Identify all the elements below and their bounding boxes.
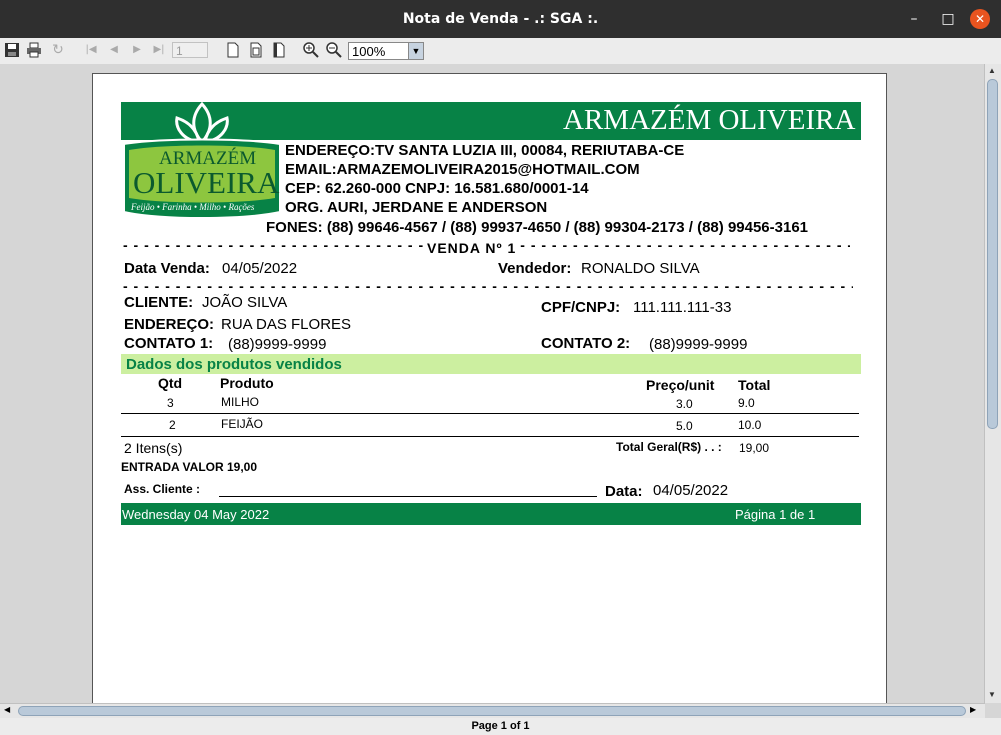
sale-date-value: 04/05/2022	[222, 260, 298, 277]
report-toolbar: ↻ |◀ ◀ ▶ ▶| 1 100% ▼	[0, 38, 1001, 65]
store-org: ORG. AURI, JERDANE E ANDERSON	[285, 199, 548, 216]
vertical-scrollbar[interactable]: ▲ ▼	[984, 64, 1001, 703]
fit-page-icon[interactable]	[247, 41, 265, 59]
footer-page: Página 1 de 1	[735, 507, 816, 522]
actual-size-icon[interactable]	[224, 41, 242, 59]
page-status: Page 1 of 1	[0, 718, 1001, 735]
grand-total-value: 19,00	[739, 441, 770, 455]
first-page-icon[interactable]: |◀	[82, 41, 100, 59]
receipt-footer: Wednesday 04 May 2022 Página 1 de 1	[121, 503, 861, 525]
window-titlebar: Nota de Venda - .: SGA :. – □ ✕	[0, 0, 1001, 38]
zoom-in-icon[interactable]	[302, 41, 320, 59]
sale-separator: - - - - - - - - - - - - - - - - - - - - …	[123, 237, 850, 256]
last-page-icon[interactable]: ▶|	[150, 41, 168, 59]
footer-date: Wednesday 04 May 2022	[122, 507, 270, 522]
fit-width-icon[interactable]	[270, 41, 288, 59]
contact2-label: CONTATO 2:	[541, 335, 631, 352]
item-unit-price: 3.0	[676, 397, 693, 411]
reload-icon[interactable]: ↻	[49, 41, 67, 59]
store-email: EMAIL:ARMAZEMOLIVEIRA2015@HOTMAIL.COM	[285, 161, 640, 178]
item-product: MILHO	[221, 395, 260, 409]
item-product: FEIJÃO	[221, 417, 264, 431]
signature-date-label: Data:	[605, 483, 643, 500]
scroll-down-icon[interactable]: ▼	[988, 690, 996, 699]
maximize-button[interactable]: □	[938, 9, 958, 29]
logo-text-main: OLIVEIRA	[133, 165, 280, 200]
vertical-scroll-thumb[interactable]	[987, 79, 998, 429]
store-logo: ARMAZÉM OLIVEIRA Feijão • Farinha • Milh…	[121, 101, 283, 224]
item-total: 10.0	[738, 418, 762, 432]
page-number-input[interactable]: 1	[172, 42, 208, 58]
signature-date-value: 04/05/2022	[653, 482, 729, 499]
client-label: CLIENTE:	[124, 294, 194, 311]
zoom-out-icon[interactable]	[325, 41, 343, 59]
client-value: JOÃO SILVA	[202, 294, 288, 311]
horizontal-scroll-thumb[interactable]	[18, 706, 966, 716]
contact2-value: (88)9999-9999	[649, 336, 748, 353]
sale-date-label: Data Venda:	[124, 260, 210, 277]
cpf-label: CPF/CNPJ:	[541, 299, 621, 316]
sale-number: VENDA Nº 1	[427, 240, 517, 256]
table-bottom-line	[121, 436, 859, 437]
contact1-value: (88)9999-9999	[228, 336, 327, 353]
close-button[interactable]: ✕	[970, 9, 990, 29]
logo-text-tagline: Feijão • Farinha • Milho • Rações	[131, 202, 255, 212]
zoom-select[interactable]: 100% ▼	[348, 42, 424, 60]
row-divider	[121, 413, 859, 414]
products-header-title: Dados dos produtos vendidos	[126, 356, 342, 373]
previous-page-icon[interactable]: ◀	[105, 41, 123, 59]
receipt-page: ARMAZÉM OLIVEIRA ARMAZÉM OLIVEIRA Feijão…	[92, 73, 887, 713]
store-phones: FONES: (88) 99646-4567 / (88) 99937-4650…	[266, 219, 809, 236]
client-address-value: RUA DAS FLORES	[221, 316, 352, 333]
entry-value: ENTRADA VALOR 19,00	[121, 460, 258, 474]
scroll-right-icon[interactable]: ▶	[970, 705, 976, 714]
store-address: ENDEREÇO:TV SANTA LUZIA III, 00084, RERI…	[285, 142, 685, 159]
item-qty: 3	[167, 396, 174, 410]
scroll-left-icon[interactable]: ◀	[4, 705, 10, 714]
col-qty: Qtd	[158, 375, 183, 391]
scroll-up-icon[interactable]: ▲	[988, 66, 996, 75]
chevron-down-icon[interactable]: ▼	[408, 43, 423, 59]
horizontal-scrollbar[interactable]: ◀ ▶	[0, 703, 985, 718]
item-qty: 2	[169, 418, 176, 432]
window-title: Nota de Venda - .: SGA :.	[402, 11, 599, 27]
seller-value: RONALDO SILVA	[581, 260, 700, 277]
item-total: 9.0	[738, 396, 755, 410]
items-count: 2 Itens(s)	[124, 440, 183, 456]
signature-label: Ass. Cliente :	[124, 482, 201, 496]
store-name: ARMAZÉM OLIVEIRA	[563, 104, 856, 136]
col-product: Produto	[220, 375, 274, 391]
products-header: Dados dos produtos vendidos	[121, 354, 861, 374]
print-icon[interactable]	[25, 41, 43, 59]
client-address-label: ENDEREÇO:	[124, 316, 215, 333]
grand-total-label: Total Geral(R$) . . :	[616, 440, 722, 454]
save-icon[interactable]	[3, 41, 21, 59]
client-separator: - - - - - - - - - - - - - - - - - - - - …	[123, 278, 853, 294]
next-page-icon[interactable]: ▶	[128, 41, 146, 59]
signature-line	[219, 496, 597, 497]
seller-label: Vendedor:	[498, 260, 572, 277]
col-total: Total	[738, 377, 771, 393]
contact1-label: CONTATO 1:	[124, 335, 214, 352]
minimize-button[interactable]: –	[904, 9, 924, 29]
item-unit-price: 5.0	[676, 419, 693, 433]
zoom-value: 100%	[352, 44, 386, 59]
store-cep-cnpj: CEP: 62.260-000 CNPJ: 16.581.680/0001-14	[285, 180, 589, 197]
col-unit-price: Preço/unit	[646, 377, 715, 393]
cpf-value: 111.111.111-33	[633, 299, 732, 316]
